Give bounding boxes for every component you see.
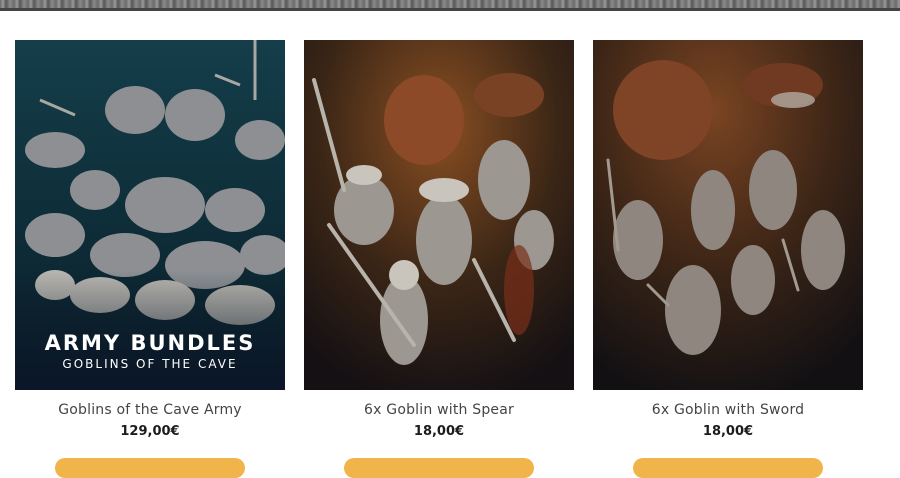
product-price: 18,00€: [702, 424, 754, 439]
product-title[interactable]: Goblins of the Cave Army: [15, 402, 285, 418]
goblin-sword-image: [593, 40, 863, 390]
product-price: 18,00€: [413, 424, 465, 439]
overlay-title: ARMY BUNDLES: [45, 331, 256, 355]
product-price: 129,00€: [120, 424, 180, 439]
product-title[interactable]: 6x Goblin with Sword: [593, 402, 863, 418]
goblin-spear-image: [304, 40, 574, 390]
product-card[interactable]: 6x Goblin with Sword 18,00€: [593, 40, 863, 478]
product-image[interactable]: [593, 40, 863, 390]
overlay-subtitle: GOBLINS OF THE CAVE: [62, 357, 237, 371]
add-to-cart-button[interactable]: [55, 458, 245, 478]
goblin-army-image: ARMY BUNDLES GOBLINS OF THE CAVE: [15, 40, 285, 390]
product-title[interactable]: 6x Goblin with Spear: [304, 402, 574, 418]
add-to-cart-button[interactable]: [633, 458, 823, 478]
top-banner: [0, 0, 900, 11]
product-card[interactable]: ARMY BUNDLES GOBLINS OF THE CAVE Goblins…: [15, 40, 285, 478]
product-card[interactable]: 6x Goblin with Spear 18,00€: [304, 40, 574, 478]
add-to-cart-button[interactable]: [344, 458, 534, 478]
product-image[interactable]: ARMY BUNDLES GOBLINS OF THE CAVE: [15, 40, 285, 390]
product-image[interactable]: [304, 40, 574, 390]
